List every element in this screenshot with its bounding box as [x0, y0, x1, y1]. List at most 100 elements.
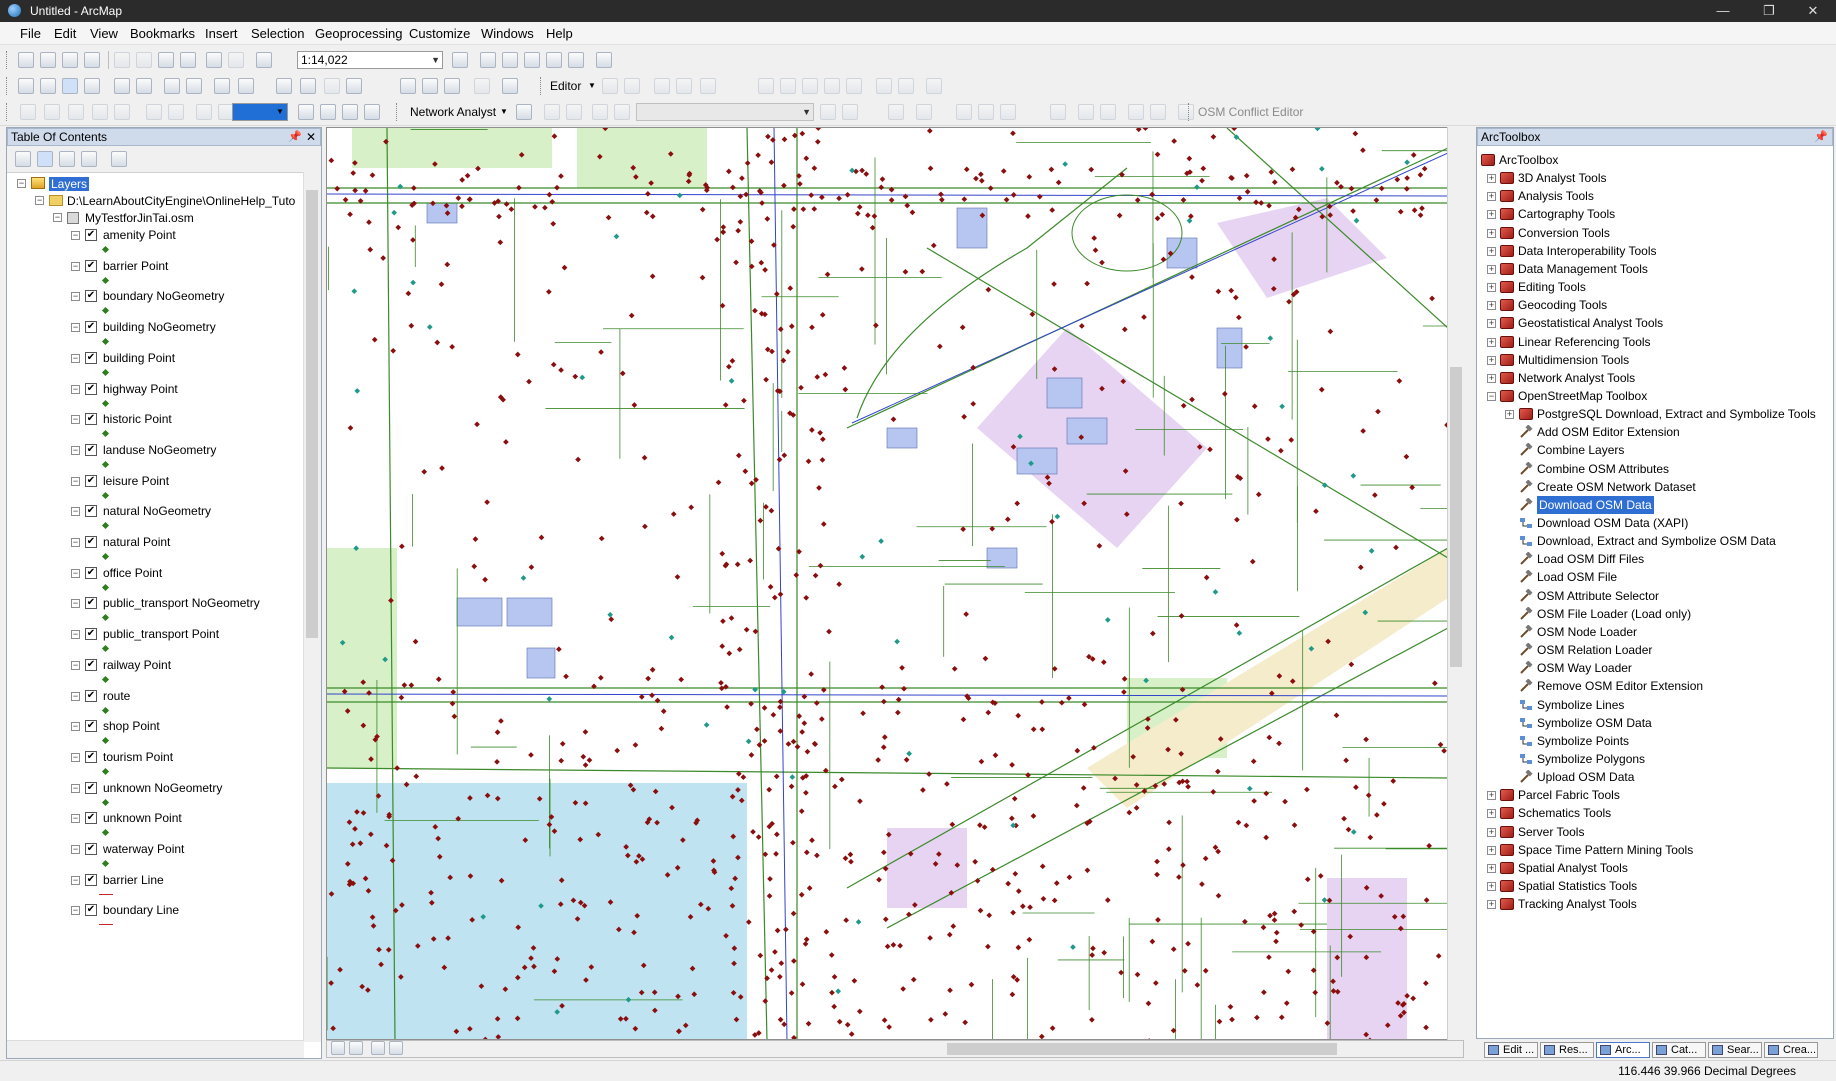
edit-vertices-icon[interactable] — [758, 78, 774, 94]
tool-row[interactable]: Upload OSM Data — [1477, 768, 1827, 786]
layer-visibility-checkbox[interactable]: ✔ — [85, 566, 97, 579]
hyperlink-icon[interactable] — [324, 78, 340, 94]
draw-3-icon[interactable] — [342, 104, 358, 120]
layer-visibility-checkbox[interactable]: ✔ — [85, 505, 97, 518]
toc-layer-row[interactable]: − ✔ office Point — [7, 565, 297, 595]
create-network-location-icon[interactable] — [544, 104, 560, 120]
toc-layer-row[interactable]: − ✔ natural NoGeometry — [7, 503, 297, 533]
expand-icon[interactable]: + — [1505, 410, 1514, 420]
spatial-adjust-icon[interactable] — [956, 104, 972, 120]
tracking-icon[interactable] — [820, 104, 836, 120]
toolbox-row[interactable]: + Editing Tools — [1477, 278, 1817, 296]
tool-row[interactable]: OSM File Loader (Load only) — [1477, 605, 1827, 623]
python-window-icon[interactable] — [568, 52, 584, 68]
collapse-icon[interactable]: − — [71, 292, 80, 302]
collapse-icon[interactable]: − — [71, 353, 80, 363]
cut-icon[interactable] — [114, 52, 130, 68]
menu-selection[interactable]: Selection — [251, 26, 304, 41]
menu-customize[interactable]: Customize — [409, 26, 470, 41]
new-document-icon[interactable] — [18, 52, 34, 68]
expand-icon[interactable]: + — [1487, 228, 1496, 238]
forward-extent-icon[interactable] — [186, 78, 202, 94]
layer-visibility-checkbox[interactable]: ✔ — [85, 382, 97, 395]
split-icon[interactable] — [824, 78, 840, 94]
collapse-icon[interactable]: − — [17, 179, 26, 188]
toc-layer-row[interactable]: − ✔ railway Point — [7, 657, 297, 687]
add-data-icon[interactable] — [256, 52, 272, 68]
tool-row[interactable]: Symbolize Lines — [1477, 696, 1827, 714]
toc-layer-row[interactable]: − ✔ public_transport NoGeometry — [7, 595, 297, 625]
toc-layer-row[interactable]: − ✔ shop Point — [7, 718, 297, 748]
zoom-in-icon[interactable] — [18, 78, 34, 94]
expand-icon[interactable]: + — [1487, 192, 1496, 202]
tool-row[interactable]: Combine Layers — [1477, 441, 1827, 459]
layout-2-icon[interactable] — [168, 104, 184, 120]
find-icon[interactable] — [400, 78, 416, 94]
toolbox-row[interactable]: + Analysis Tools — [1477, 187, 1817, 205]
tool-row[interactable]: Symbolize Polygons — [1477, 750, 1827, 768]
data-view-icon[interactable] — [331, 1041, 345, 1055]
editor-toolbar-icon[interactable] — [452, 52, 468, 68]
tool-row[interactable]: Add OSM Editor Extension — [1477, 423, 1827, 441]
expand-icon[interactable]: + — [1487, 319, 1496, 329]
attributes-icon[interactable] — [876, 78, 892, 94]
toolbar-grip[interactable] — [6, 51, 10, 69]
collapse-icon[interactable]: − — [71, 783, 80, 793]
list-by-drawing-order-icon[interactable] — [15, 151, 31, 167]
toolbox-row[interactable]: + Spatial Statistics Tools — [1477, 877, 1817, 895]
versioning-icon[interactable] — [1128, 104, 1144, 120]
tool-row[interactable]: Symbolize OSM Data — [1477, 714, 1827, 732]
collapse-icon[interactable]: − — [71, 507, 80, 517]
draw-2-icon[interactable] — [320, 104, 336, 120]
table-of-contents-icon[interactable] — [480, 52, 496, 68]
save-icon[interactable] — [62, 52, 78, 68]
select-network-location-icon[interactable] — [566, 104, 582, 120]
expand-icon[interactable]: + — [1487, 210, 1496, 220]
schematic-icon[interactable] — [1050, 104, 1066, 120]
tracking-2-icon[interactable] — [842, 104, 858, 120]
toolbox-row[interactable]: + Parcel Fabric Tools — [1477, 786, 1817, 804]
layer-visibility-checkbox[interactable]: ✔ — [85, 536, 97, 548]
scrollbar-thumb[interactable] — [306, 190, 318, 638]
collapse-icon[interactable]: − — [71, 231, 80, 240]
sketch-properties-icon[interactable] — [898, 78, 914, 94]
modelbuilder-icon[interactable] — [596, 52, 612, 68]
toolset-row[interactable]: + PostgreSQL Download, Extract and Symbol… — [1477, 405, 1827, 423]
toc-layer-row[interactable]: − ✔ tourism Point — [7, 749, 297, 779]
pause-drawing-icon[interactable] — [389, 1041, 403, 1055]
network-analyst-menu[interactable]: Network Analyst — [410, 105, 496, 119]
collapse-icon[interactable]: − — [71, 660, 80, 670]
close-icon[interactable]: ✕ — [306, 129, 316, 145]
toc-layer-row[interactable]: − ✔ highway Point — [7, 381, 297, 411]
minimize-button[interactable]: — — [1700, 0, 1746, 22]
html-popup-icon[interactable] — [346, 78, 362, 94]
layer-visibility-checkbox[interactable]: ✔ — [85, 720, 97, 733]
toc-dataset-row[interactable]: − MyTestforJinTai.osm — [7, 210, 297, 226]
layer-visibility-checkbox[interactable]: ✔ — [85, 413, 97, 426]
expand-icon[interactable]: + — [1487, 355, 1496, 365]
toolbox-row[interactable]: + Space Time Pattern Mining Tools — [1477, 841, 1817, 859]
menu-windows[interactable]: Windows — [481, 26, 534, 41]
list-by-selection-icon[interactable] — [81, 151, 97, 167]
menu-insert[interactable]: Insert — [205, 26, 238, 41]
list-by-source-icon[interactable] — [37, 151, 53, 167]
collapse-icon[interactable]: − — [53, 213, 62, 222]
fixed-zoom-in-icon[interactable] — [114, 78, 130, 94]
toolbar-grip[interactable] — [6, 77, 10, 95]
find-route-icon[interactable] — [422, 78, 438, 94]
layer-visibility-checkbox[interactable]: ✔ — [85, 290, 97, 303]
pin-icon[interactable]: 📌 — [1814, 129, 1828, 145]
collapse-icon[interactable]: − — [71, 476, 80, 486]
georef-icon[interactable] — [20, 104, 36, 120]
layer-visibility-checkbox[interactable]: ✔ — [85, 658, 97, 671]
scrollbar-thumb[interactable] — [947, 1043, 1337, 1055]
tool-row[interactable]: Remove OSM Editor Extension — [1477, 677, 1827, 695]
straight-segment-icon[interactable] — [654, 78, 670, 94]
map-horizontal-scrollbar[interactable] — [326, 1040, 1464, 1058]
map-scale-combo[interactable]: 1:14,022 ▼ — [297, 51, 443, 69]
expand-icon[interactable]: + — [1487, 337, 1496, 347]
expand-icon[interactable]: + — [1487, 373, 1496, 383]
collapse-icon[interactable]: − — [71, 415, 80, 425]
pan-icon[interactable] — [62, 78, 78, 94]
toc-layer-row[interactable]: − ✔ historic Point — [7, 411, 297, 441]
